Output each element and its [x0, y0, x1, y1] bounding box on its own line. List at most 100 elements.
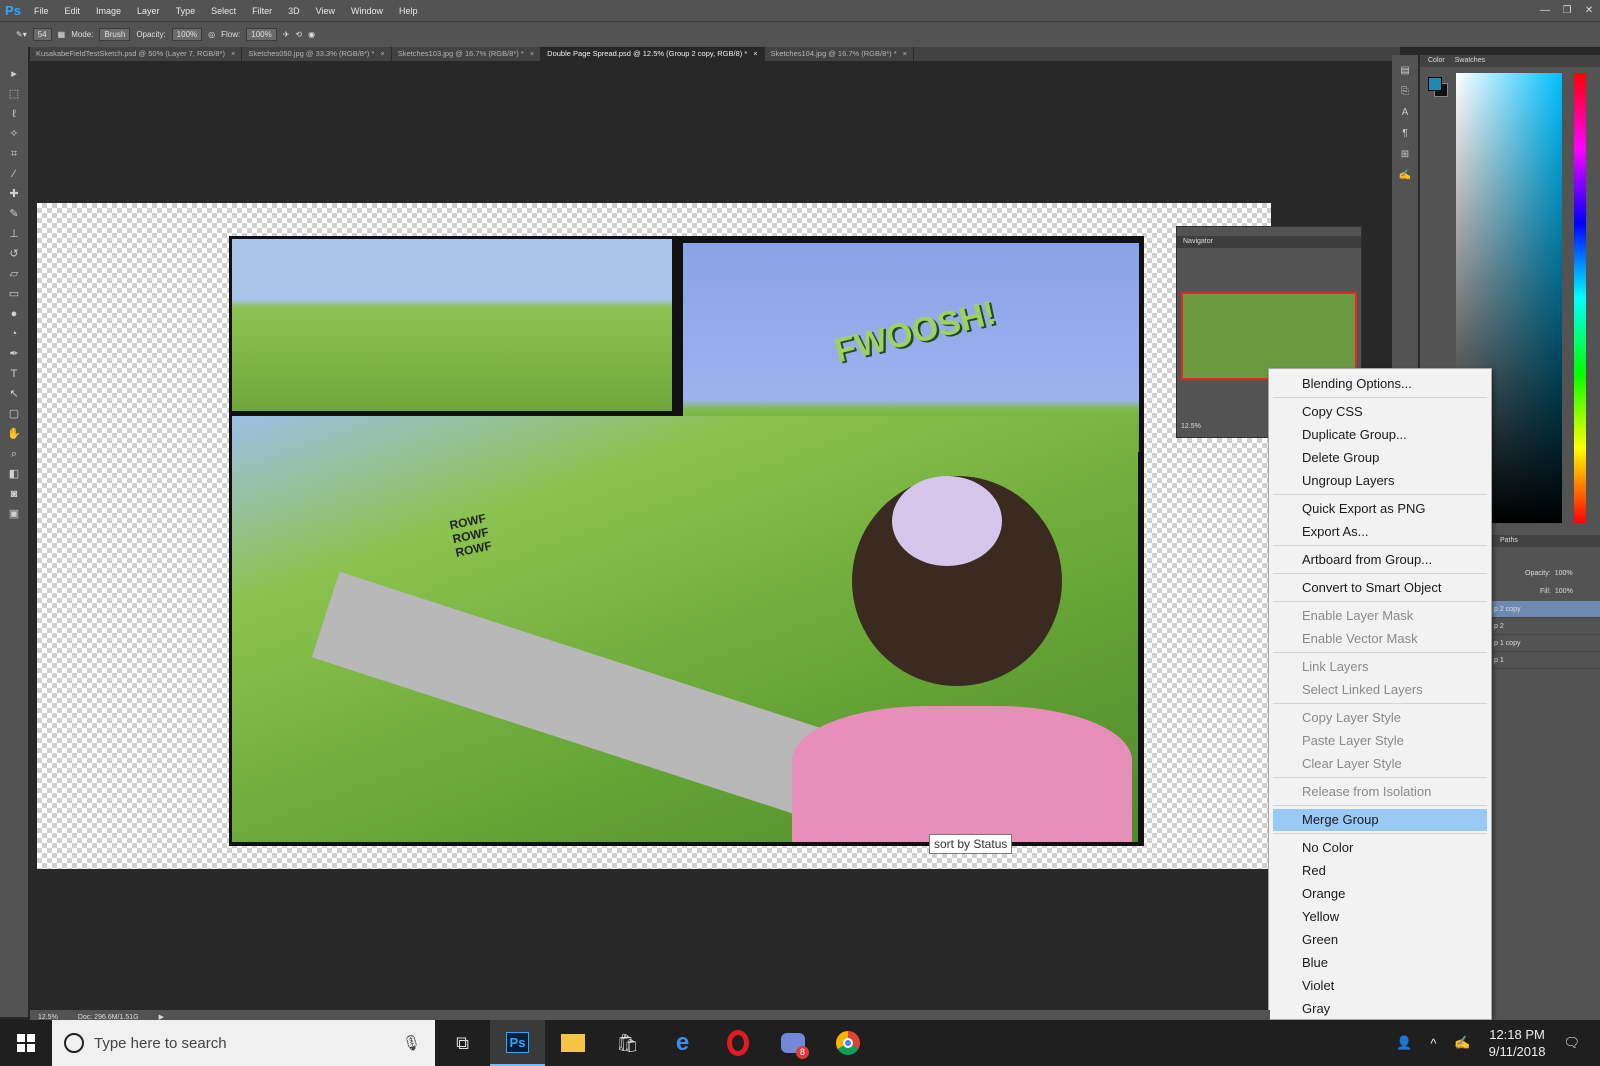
chrome-icon[interactable]: [820, 1020, 875, 1066]
menu-select[interactable]: Select: [203, 6, 244, 16]
menu-item-blending-options[interactable]: Blending Options...: [1269, 373, 1491, 395]
minimize-button[interactable]: —: [1534, 0, 1556, 21]
show-hidden-icons-chevron-icon[interactable]: ^: [1430, 1036, 1436, 1051]
paragraph-panel-icon[interactable]: ¶: [1402, 128, 1407, 139]
menu-item-duplicate-group[interactable]: Duplicate Group...: [1269, 424, 1491, 446]
menu-layer[interactable]: Layer: [129, 6, 168, 16]
menu-file[interactable]: File: [26, 6, 57, 16]
action-center-icon[interactable]: 🗨: [1563, 1035, 1580, 1051]
task-view-icon[interactable]: ⧉: [435, 1020, 490, 1066]
menu-image[interactable]: Image: [88, 6, 129, 16]
menu-item-no-color[interactable]: No Color: [1269, 837, 1491, 859]
menu-item-green[interactable]: Green: [1269, 929, 1491, 951]
dodge-tool-icon[interactable]: ◔: [4, 327, 24, 341]
hue-slider[interactable]: [1574, 73, 1586, 523]
menu-item-gray[interactable]: Gray: [1269, 998, 1491, 1020]
taskbar-search[interactable]: Type here to search 🎙: [52, 1020, 435, 1066]
pen-workspace-icon[interactable]: ✍: [1454, 1035, 1470, 1051]
close-tab-icon[interactable]: ×: [530, 49, 534, 58]
photoshop-taskbar-icon[interactable]: Ps: [490, 1020, 545, 1066]
brush-panel-icon[interactable]: ▦: [58, 30, 66, 39]
edge-icon[interactable]: e: [655, 1020, 710, 1066]
zoom-tool-icon[interactable]: ⌕: [4, 447, 24, 461]
color-swatches-icon[interactable]: ◧: [4, 467, 24, 481]
tab-color[interactable]: Color: [1428, 55, 1445, 67]
move-tool-icon[interactable]: ▸: [4, 67, 24, 81]
discord-icon[interactable]: 8: [765, 1020, 820, 1066]
navigator-zoom[interactable]: 12.5%: [1181, 423, 1201, 430]
tab-swatches[interactable]: Swatches: [1455, 55, 1485, 67]
close-tab-icon[interactable]: ×: [380, 49, 384, 58]
menu-item-delete-group[interactable]: Delete Group: [1269, 447, 1491, 469]
menu-type[interactable]: Type: [168, 6, 204, 16]
close-tab-icon[interactable]: ×: [903, 49, 907, 58]
menu-item-yellow[interactable]: Yellow: [1269, 906, 1491, 928]
magic-wand-tool-icon[interactable]: ✧: [4, 127, 24, 141]
flow-input[interactable]: 100%: [246, 28, 277, 41]
menu-help[interactable]: Help: [391, 6, 426, 16]
mode-select[interactable]: Brush: [99, 28, 131, 41]
menu-item-export-as[interactable]: Export As...: [1269, 521, 1491, 543]
close-tab-icon[interactable]: ×: [231, 49, 235, 58]
menu-3d[interactable]: 3D: [280, 6, 308, 16]
clone-source-icon[interactable]: ⎘: [1401, 86, 1409, 97]
doc-tab[interactable]: Sketches103.jpg @ 16.7% (RGB/8*) * ×: [392, 47, 542, 61]
quick-mask-icon[interactable]: ◙: [4, 487, 24, 501]
opacity-input[interactable]: 100%: [171, 28, 203, 41]
menu-filter[interactable]: Filter: [244, 6, 280, 16]
blur-tool-icon[interactable]: ●: [4, 307, 24, 321]
stamp-tool-icon[interactable]: ⊥: [4, 227, 24, 241]
erase-to-history-icon[interactable]: ⟲: [295, 30, 302, 39]
menu-item-copy-css[interactable]: Copy CSS: [1269, 401, 1491, 423]
menu-item-ungroup-layers[interactable]: Ungroup Layers: [1269, 470, 1491, 492]
menu-item-blue[interactable]: Blue: [1269, 952, 1491, 974]
menu-item-red[interactable]: Red: [1269, 860, 1491, 882]
eraser-tool-icon[interactable]: ▱: [4, 267, 24, 281]
menu-view[interactable]: View: [308, 6, 343, 16]
shape-tool-icon[interactable]: ▢: [4, 407, 24, 421]
layer-opacity-input[interactable]: 100%: [1555, 565, 1573, 583]
doc-tab[interactable]: Sketches050.jpg @ 33.3% (RGB/8*) * ×: [242, 47, 392, 61]
menu-item-orange[interactable]: Orange: [1269, 883, 1491, 905]
menu-item-merge-group[interactable]: Merge Group: [1273, 809, 1487, 831]
character-panel-icon[interactable]: A: [1402, 107, 1409, 118]
type-tool-icon[interactable]: T: [4, 367, 24, 381]
path-select-tool-icon[interactable]: ↖: [4, 387, 24, 401]
opera-icon[interactable]: [710, 1020, 765, 1066]
store-icon[interactable]: 🛍: [600, 1020, 655, 1066]
layer-fill-input[interactable]: 100%: [1555, 583, 1573, 601]
menu-edit[interactable]: Edit: [57, 6, 89, 16]
brush-tool-icon[interactable]: ✎: [4, 207, 24, 221]
marquee-tool-icon[interactable]: ⬚: [4, 87, 24, 101]
close-button[interactable]: ✕: [1578, 0, 1600, 21]
navigator-thumbnail[interactable]: [1181, 292, 1357, 380]
menu-item-violet[interactable]: Violet: [1269, 975, 1491, 997]
healing-tool-icon[interactable]: ✚: [4, 187, 24, 201]
pressure-size-icon[interactable]: ◉: [308, 30, 315, 39]
menu-item-convert-smart-object[interactable]: Convert to Smart Object: [1269, 577, 1491, 599]
people-icon[interactable]: 👤: [1396, 1035, 1412, 1051]
doc-tab[interactable]: KusakabeFieldTestSketch.psd @ 50% (Layer…: [30, 47, 243, 61]
lasso-tool-icon[interactable]: ℓ: [4, 107, 24, 121]
gradient-tool-icon[interactable]: ▭: [4, 287, 24, 301]
file-explorer-icon[interactable]: [545, 1020, 600, 1066]
close-tab-icon[interactable]: ×: [753, 49, 757, 58]
glyphs-panel-icon[interactable]: ⊞: [1401, 149, 1409, 160]
hand-tool-icon[interactable]: ✋: [4, 427, 24, 441]
menu-window[interactable]: Window: [343, 6, 391, 16]
start-button[interactable]: [0, 1020, 52, 1066]
eraser-tool-icon[interactable]: ✎▾: [16, 30, 27, 39]
airbrush-icon[interactable]: ✈: [283, 30, 290, 39]
microphone-icon[interactable]: 🎙: [402, 1034, 435, 1052]
restore-button[interactable]: ❐: [1556, 0, 1578, 21]
doc-tab-active[interactable]: Double Page Spread.psd @ 12.5% (Group 2 …: [541, 47, 765, 61]
menu-item-quick-export-png[interactable]: Quick Export as PNG: [1269, 498, 1491, 520]
brush-size-picker[interactable]: 54: [32, 28, 52, 41]
taskbar-clock[interactable]: 12:18 PM 9/11/2018: [1489, 1026, 1546, 1060]
foreground-color-swatch[interactable]: [1428, 77, 1442, 91]
history-brush-tool-icon[interactable]: ↺: [4, 247, 24, 261]
eyedropper-tool-icon[interactable]: ⁄: [4, 167, 24, 181]
crop-tool-icon[interactable]: ⌗: [4, 147, 24, 161]
history-panel-icon[interactable]: ▤: [1400, 65, 1409, 76]
screen-mode-icon[interactable]: ▣: [4, 507, 24, 521]
